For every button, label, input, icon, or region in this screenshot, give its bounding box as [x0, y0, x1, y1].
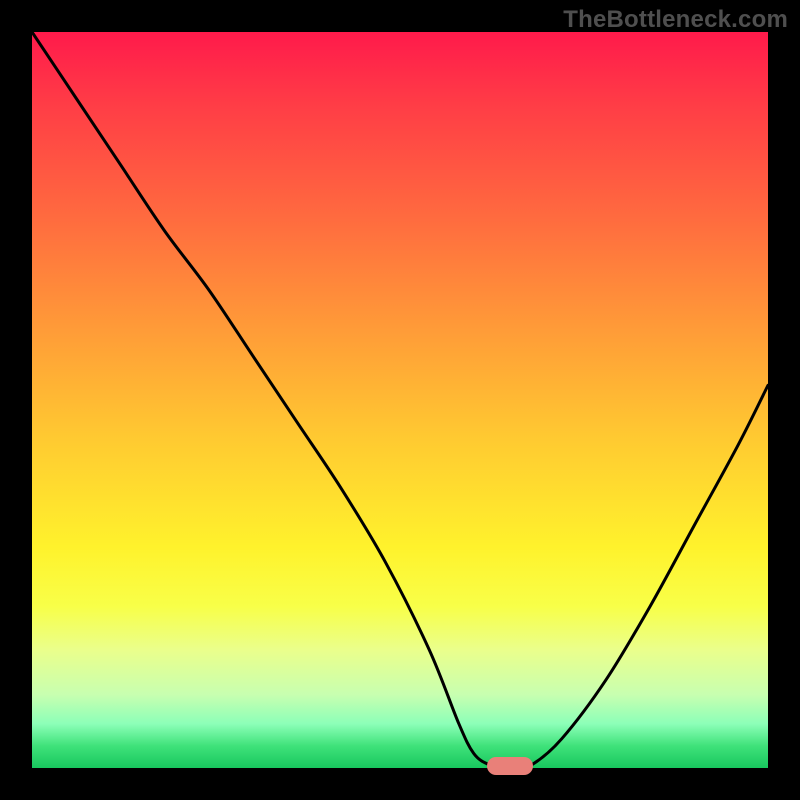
plot-area	[32, 32, 768, 768]
bottleneck-curve	[32, 32, 768, 768]
chart-frame: TheBottleneck.com	[0, 0, 800, 800]
curve-path	[32, 32, 768, 767]
watermark-label: TheBottleneck.com	[563, 6, 788, 34]
optimal-marker	[487, 757, 533, 775]
